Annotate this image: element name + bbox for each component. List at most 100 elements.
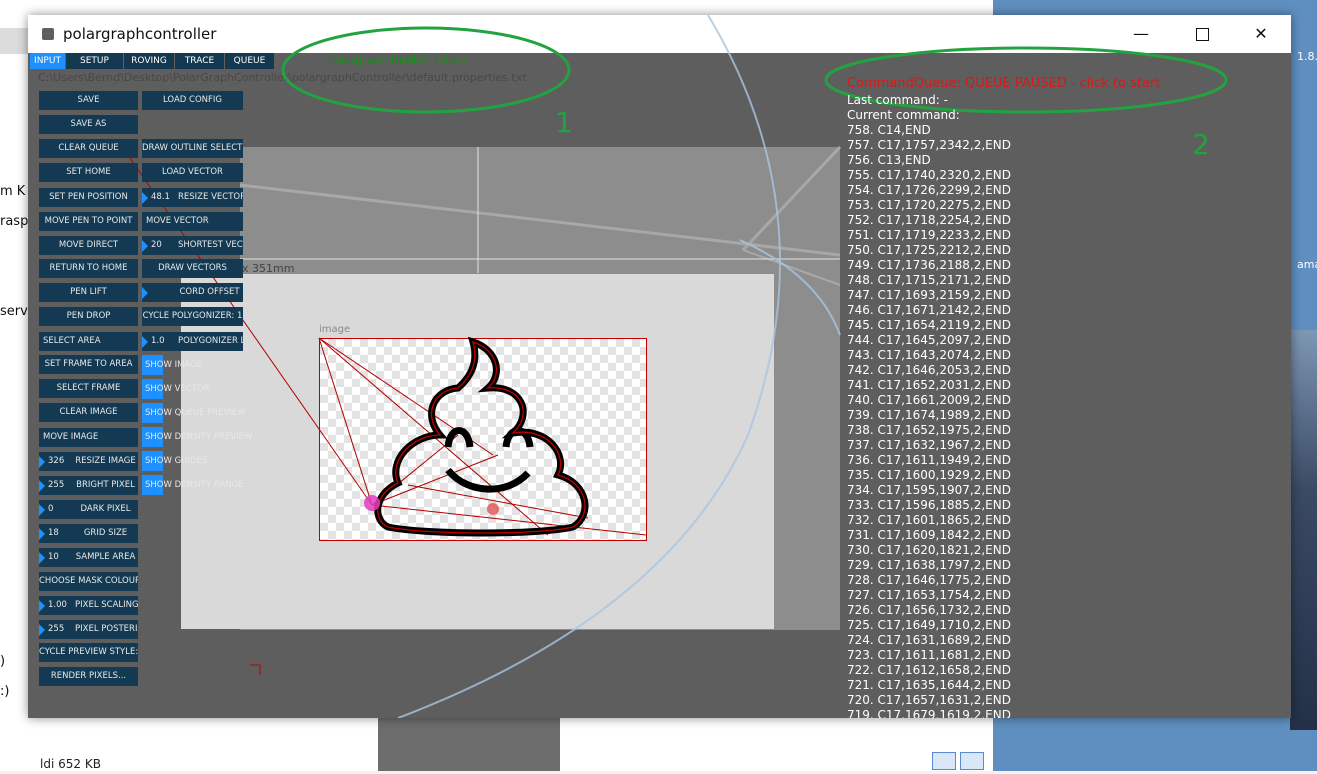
- field-label: CORD OFFSET: [179, 287, 240, 297]
- command-list-item: 752. C17,1718,2254,2,END: [847, 213, 1011, 227]
- command-list-item: 743. C17,1643,2074,2,END: [847, 348, 1011, 362]
- draw-vectors-button[interactable]: DRAW VECTORS: [142, 259, 243, 278]
- cord-offset-field[interactable]: CORD OFFSET: [142, 283, 243, 302]
- value-arrow-icon: [39, 456, 45, 468]
- clear-queue-button[interactable]: CLEAR QUEUE: [39, 139, 138, 158]
- vector-drawing: [374, 336, 589, 537]
- cycle-polygonizer-button[interactable]: CYCLE POLYGONIZER: 1: [142, 307, 243, 326]
- set-home-button[interactable]: SET HOME: [39, 163, 138, 182]
- value-arrow-icon: [39, 504, 45, 516]
- save-button[interactable]: SAVE: [39, 91, 138, 110]
- pixel-posterize-field[interactable]: 255PIXEL POSTERIZE: [39, 620, 138, 639]
- move-image-button[interactable]: MOVE IMAGE: [39, 428, 138, 447]
- bright-pixel-field[interactable]: 255 BRIGHT PIXEL: [39, 476, 138, 495]
- annotation-ellipse: [281, 26, 571, 114]
- background-text-fragment: m K: [0, 184, 26, 199]
- command-list-item: 723. C17,1611,1681,2,END: [847, 648, 1011, 662]
- show-guides-toggle[interactable]: SHOW GUIDES: [142, 451, 207, 471]
- value-arrow-icon: [142, 192, 148, 204]
- command-list-item: 735. C17,1600,1929,2,END: [847, 468, 1011, 482]
- field-label: SAMPLE AREA: [75, 552, 136, 562]
- show-density-range-toggle[interactable]: SHOW DENSITY RANGE: [142, 475, 244, 495]
- move-direct-button[interactable]: MOVE DIRECT: [39, 236, 138, 255]
- command-list-item: 725. C17,1649,1710,2,END: [847, 618, 1011, 632]
- queue-status-header[interactable]: CommandQueue: QUEUE PAUSED - click to st…: [847, 76, 1160, 91]
- tiles-view-icon[interactable]: [960, 752, 984, 770]
- draw-outline-selected-button[interactable]: DRAW OUTLINE SELECTED: [142, 139, 243, 158]
- background-text-fragment: ): [0, 654, 6, 669]
- sample-area-field[interactable]: 10 SAMPLE AREA: [39, 548, 138, 567]
- value-arrow-icon: [142, 287, 148, 299]
- toggle-label: SHOW QUEUE PREVIEW: [145, 408, 246, 418]
- show-density-preview-toggle[interactable]: SHOW DENSITY PREVIEW: [142, 427, 252, 447]
- toggle-label: SHOW DENSITY RANGE: [145, 480, 244, 490]
- field-label: SHORTEST VECTOR: [178, 240, 243, 250]
- field-label: RESIZE IMAGE: [75, 456, 136, 466]
- field-label: DARK PIXEL: [80, 504, 131, 514]
- value-arrow-icon: [142, 336, 148, 348]
- move-pen-to-point-button[interactable]: MOVE PEN TO POINT: [39, 212, 138, 231]
- details-view-icon[interactable]: [932, 752, 956, 770]
- render-pixels-button[interactable]: RENDER PIXELS...: [39, 667, 138, 686]
- command-queue-panel[interactable]: CommandQueue: QUEUE PAUSED - click to st…: [841, 71, 1261, 718]
- shortest-vector-field[interactable]: 20SHORTEST VECTOR: [142, 236, 243, 255]
- set-pen-position-button[interactable]: SET PEN POSITION: [39, 188, 138, 207]
- set-frame-to-area-button[interactable]: SET FRAME TO AREA: [39, 355, 138, 374]
- home-marker: [487, 503, 499, 515]
- command-list-item: 742. C17,1646,2053,2,END: [847, 363, 1011, 377]
- command-list-item: 736. C17,1611,1949,2,END: [847, 453, 1011, 467]
- command-list-item: 730. C17,1620,1821,2,END: [847, 543, 1011, 557]
- show-queue-preview-toggle[interactable]: SHOW QUEUE PREVIEW: [142, 403, 246, 423]
- queue-preview-line: [371, 454, 499, 506]
- toggle-label: SHOW DENSITY PREVIEW: [145, 432, 253, 442]
- toggle-label: SHOW IMAGE: [145, 360, 203, 370]
- show-vector-toggle[interactable]: SHOW VECTOR: [142, 379, 210, 399]
- guide-arc: [397, 15, 781, 718]
- grid-size-field[interactable]: 18 GRID SIZE: [39, 524, 138, 543]
- command-list-item: 724. C17,1631,1689,2,END: [847, 633, 1011, 647]
- pixel-scaling-field[interactable]: 1.00 PIXEL SCALING: [39, 596, 138, 615]
- command-list-item: 737. C17,1632,1967,2,END: [847, 438, 1011, 452]
- field-label: BRIGHT PIXEL: [76, 480, 135, 490]
- show-image-toggle[interactable]: SHOW IMAGE: [142, 355, 202, 375]
- move-vector-button[interactable]: MOVE VECTOR: [142, 212, 243, 231]
- choose-mask-colour-button[interactable]: CHOOSE MASK COLOUR: [39, 572, 138, 591]
- clear-image-button[interactable]: CLEAR IMAGE: [39, 403, 138, 422]
- background-text-fragment: :): [0, 684, 10, 699]
- polygonizer-length-field[interactable]: 1.0POLYGONIZER LENGTH: [142, 332, 243, 351]
- canvas-marker: [250, 664, 261, 675]
- return-to-home-button[interactable]: RETURN TO HOME: [39, 259, 138, 278]
- load-vector-button[interactable]: LOAD VECTOR: [142, 163, 243, 182]
- pen-lift-button[interactable]: PEN LIFT: [39, 283, 138, 302]
- load-config-button[interactable]: LOAD CONFIG: [142, 91, 243, 110]
- command-list-item: 727. C17,1653,1754,2,END: [847, 588, 1011, 602]
- last-command-text: Last command: -: [847, 93, 948, 107]
- select-frame-button[interactable]: SELECT FRAME: [39, 379, 138, 398]
- field-label: RESIZE VECTOR: [178, 192, 243, 202]
- command-list-item: 722. C17,1612,1658,2,END: [847, 663, 1011, 677]
- command-list-item: 744. C17,1645,2097,2,END: [847, 333, 1011, 347]
- resize-vector-field[interactable]: 48.1 RESIZE VECTOR: [142, 188, 243, 207]
- command-list-item: 719. C17,1679,1619,2,END: [847, 708, 1011, 718]
- cycle-preview-style-button[interactable]: CYCLE PREVIEW STYLE: 3: [39, 643, 138, 662]
- command-list-item: 756. C13,END: [847, 153, 931, 167]
- field-label: PIXEL POSTERIZE: [75, 624, 138, 634]
- select-area-button[interactable]: SELECT AREA: [39, 332, 138, 351]
- command-list-item: 757. C17,1757,2342,2,END: [847, 138, 1011, 152]
- toggle-label: SHOW GUIDES: [145, 456, 208, 466]
- background-panel: [378, 718, 560, 771]
- toggle-label: SHOW VECTOR: [145, 384, 210, 394]
- resize-image-field[interactable]: 326 RESIZE IMAGE: [39, 452, 138, 471]
- command-list-item: 755. C17,1740,2320,2,END: [847, 168, 1011, 182]
- value-arrow-icon: [142, 240, 148, 252]
- desktop-text-fragment: 1.8.: [1297, 50, 1317, 63]
- command-list-item: 746. C17,1671,2142,2,END: [847, 303, 1011, 317]
- dark-pixel-field[interactable]: 0 DARK PIXEL: [39, 500, 138, 519]
- pen-drop-button[interactable]: PEN DROP: [39, 307, 138, 326]
- current-command-text: Current command:: [847, 108, 960, 122]
- desktop-text-fragment: ama: [1297, 258, 1317, 271]
- command-list-item: 739. C17,1674,1989,2,END: [847, 408, 1011, 422]
- command-list-item: 729. C17,1638,1797,2,END: [847, 558, 1011, 572]
- field-label: GRID SIZE: [83, 528, 128, 538]
- save-as-button[interactable]: SAVE AS: [39, 115, 138, 134]
